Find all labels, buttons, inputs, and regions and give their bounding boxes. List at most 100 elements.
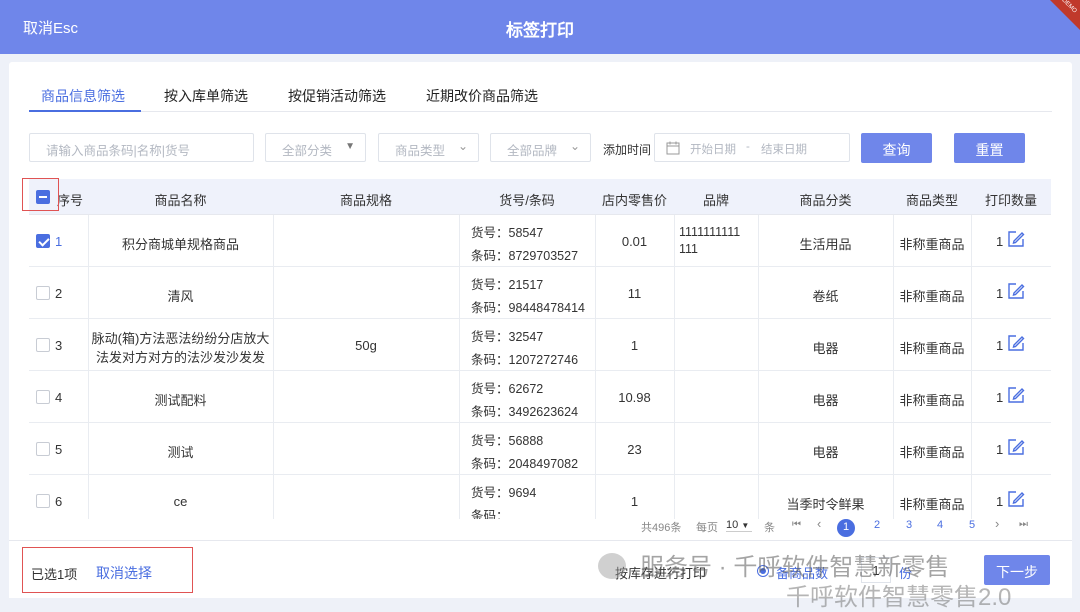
retail-price: 1: [630, 494, 639, 509]
table-row[interactable]: 6 ce 货号：9694 条码： 1 当季时令鲜果 非称重商品 1: [29, 475, 1051, 519]
chevron-down-icon: ⌄: [457, 139, 468, 153]
tab-price-change[interactable]: 近期改价商品筛选: [426, 86, 538, 106]
caret-down-icon: ▼: [345, 141, 355, 152]
table-row[interactable]: 4 测试配料 货号：62672 条码：3492623624 10.98 电器 非…: [29, 371, 1051, 423]
row-checkbox[interactable]: [36, 338, 50, 352]
barcode: 条码：8729703527: [471, 249, 579, 263]
date-range-picker[interactable]: 开始日期 - 结束日期: [654, 133, 850, 162]
table-header: 序号 商品名称 商品规格 货号/条码 店内零售价 品牌 商品分类 商品类型 打印…: [29, 179, 1051, 215]
table-row[interactable]: 1 积分商城单规格商品 货号：58547 条码：8729703527 0.01 …: [29, 215, 1051, 267]
edit-icon[interactable]: [1007, 282, 1025, 300]
sku-number: 货号：21517: [471, 278, 544, 292]
retail-price: 23: [627, 442, 642, 457]
category-select[interactable]: 全部分类 ▼: [265, 133, 366, 162]
product-type: 非称重商品: [899, 393, 965, 408]
total-count: 共496条: [641, 522, 682, 534]
category: 当季时令鲜果: [786, 497, 865, 512]
col-price: 店内零售价: [601, 193, 667, 208]
page-3-button[interactable]: 3: [906, 519, 912, 531]
reset-button[interactable]: 重置: [954, 133, 1025, 163]
product-type: 非称重商品: [899, 289, 965, 304]
page-1-button[interactable]: 1: [837, 519, 855, 537]
page-4-button[interactable]: 4: [937, 519, 943, 531]
last-page-button[interactable]: ⏭: [1019, 519, 1028, 530]
product-type: 非称重商品: [899, 497, 965, 512]
row-index: 4: [55, 390, 63, 405]
print-qty: 1: [996, 234, 1004, 249]
watermark-logo: [598, 553, 626, 579]
demo-ribbon-text: DEMO: [1060, 0, 1078, 15]
row-checkbox[interactable]: [36, 390, 50, 404]
type-select[interactable]: 商品类型 ⌄: [378, 133, 479, 162]
col-name: 商品名称: [154, 193, 207, 208]
demo-ribbon: DEMO: [1050, 0, 1080, 30]
top-bar: 取消Esc 标签打印 DEMO: [0, 0, 1080, 54]
col-sku: 货号/条码: [499, 193, 555, 208]
sku-number: 货号：32547: [471, 330, 544, 344]
row-index: 6: [55, 494, 63, 509]
tab-stock-in[interactable]: 按入库单筛选: [164, 86, 248, 106]
row-index: 3: [55, 338, 63, 353]
category: 生活用品: [799, 237, 852, 252]
col-category: 商品分类: [799, 193, 852, 208]
next-page-button[interactable]: ›: [995, 516, 999, 531]
print-qty: 1: [996, 338, 1004, 353]
caret-down-icon: ▼: [741, 521, 750, 530]
retail-price: 1: [630, 338, 639, 353]
first-page-button[interactable]: ⏮: [792, 519, 801, 530]
product-name: 脉动(箱)方法恶法纷纷分店放大: [91, 331, 270, 346]
page-title: 标签打印: [506, 21, 574, 40]
category: 电器: [812, 445, 839, 460]
page-2-button[interactable]: 2: [874, 519, 880, 531]
chevron-down-icon: ⌄: [569, 139, 580, 153]
edit-icon[interactable]: [1007, 386, 1025, 404]
edit-icon[interactable]: [1007, 490, 1025, 508]
page-5-button[interactable]: 5: [969, 519, 975, 531]
sku-number: 货号：62672: [471, 382, 544, 396]
row-checkbox[interactable]: [36, 234, 50, 248]
col-spec: 商品规格: [339, 193, 392, 208]
per-page-select[interactable]: 10 ▼: [726, 519, 752, 532]
row-index: 2: [55, 286, 63, 301]
pagination: 共496条 每页 10 ▼ 条 ⏮ ‹ 1 2 3 4 5 › ⏭: [29, 514, 1051, 538]
prev-page-button[interactable]: ‹: [817, 516, 821, 531]
category: 卷纸: [812, 289, 839, 304]
barcode: 条码：98448478414: [471, 301, 585, 315]
print-qty: 1: [996, 442, 1004, 457]
brand-select[interactable]: 全部品牌 ⌄: [490, 133, 591, 162]
table-row[interactable]: 3 脉动(箱)方法恶法纷纷分店放大 法发对方对方的法沙发沙发发 50g 货号：3…: [29, 319, 1051, 371]
row-checkbox[interactable]: [36, 286, 50, 300]
row-index: 1: [55, 234, 63, 249]
row-index: 5: [55, 442, 63, 457]
product-spec: 50g: [355, 338, 377, 353]
table-row[interactable]: 2 清风 货号：21517 条码：98448478414 11 卷纸 非称重商品…: [29, 267, 1051, 319]
row-checkbox[interactable]: [36, 442, 50, 456]
active-tab-indicator: [29, 110, 141, 112]
category: 电器: [812, 341, 839, 356]
col-type: 商品类型: [905, 193, 958, 208]
end-date: 结束日期: [761, 144, 807, 156]
table-row[interactable]: 5 测试 货号：56888 条码：2048497082 23 电器 非称重商品 …: [29, 423, 1051, 475]
edit-icon[interactable]: [1007, 438, 1025, 456]
product-name-line2: 法发对方对方的法沙发沙发发: [95, 350, 265, 365]
query-button[interactable]: 查询: [861, 133, 932, 163]
brand: 1111111111: [679, 225, 741, 239]
row-checkbox[interactable]: [36, 494, 50, 508]
product-name: 积分商城单规格商品: [121, 237, 239, 252]
search-input[interactable]: 请输入商品条码|名称|货号: [29, 133, 254, 162]
edit-icon[interactable]: [1007, 230, 1025, 248]
print-qty: 1: [996, 390, 1004, 405]
cancel-selection-link[interactable]: 取消选择: [96, 563, 152, 583]
per-page-value: 10: [726, 519, 739, 531]
tab-product-info[interactable]: 商品信息筛选: [41, 86, 125, 106]
date-separator: -: [746, 141, 750, 153]
product-name: 测试: [167, 445, 194, 460]
calendar-icon: [666, 141, 680, 155]
brand-select-value: 全部品牌: [507, 144, 558, 158]
retail-price: 10.98: [618, 390, 651, 405]
col-brand: 品牌: [702, 193, 729, 208]
edit-icon[interactable]: [1007, 334, 1025, 352]
main-panel: 商品信息筛选 按入库单筛选 按促销活动筛选 近期改价商品筛选 请输入商品条码|名…: [9, 62, 1072, 598]
tab-promotion[interactable]: 按促销活动筛选: [288, 86, 386, 106]
col-print-qty: 打印数量: [984, 193, 1037, 208]
